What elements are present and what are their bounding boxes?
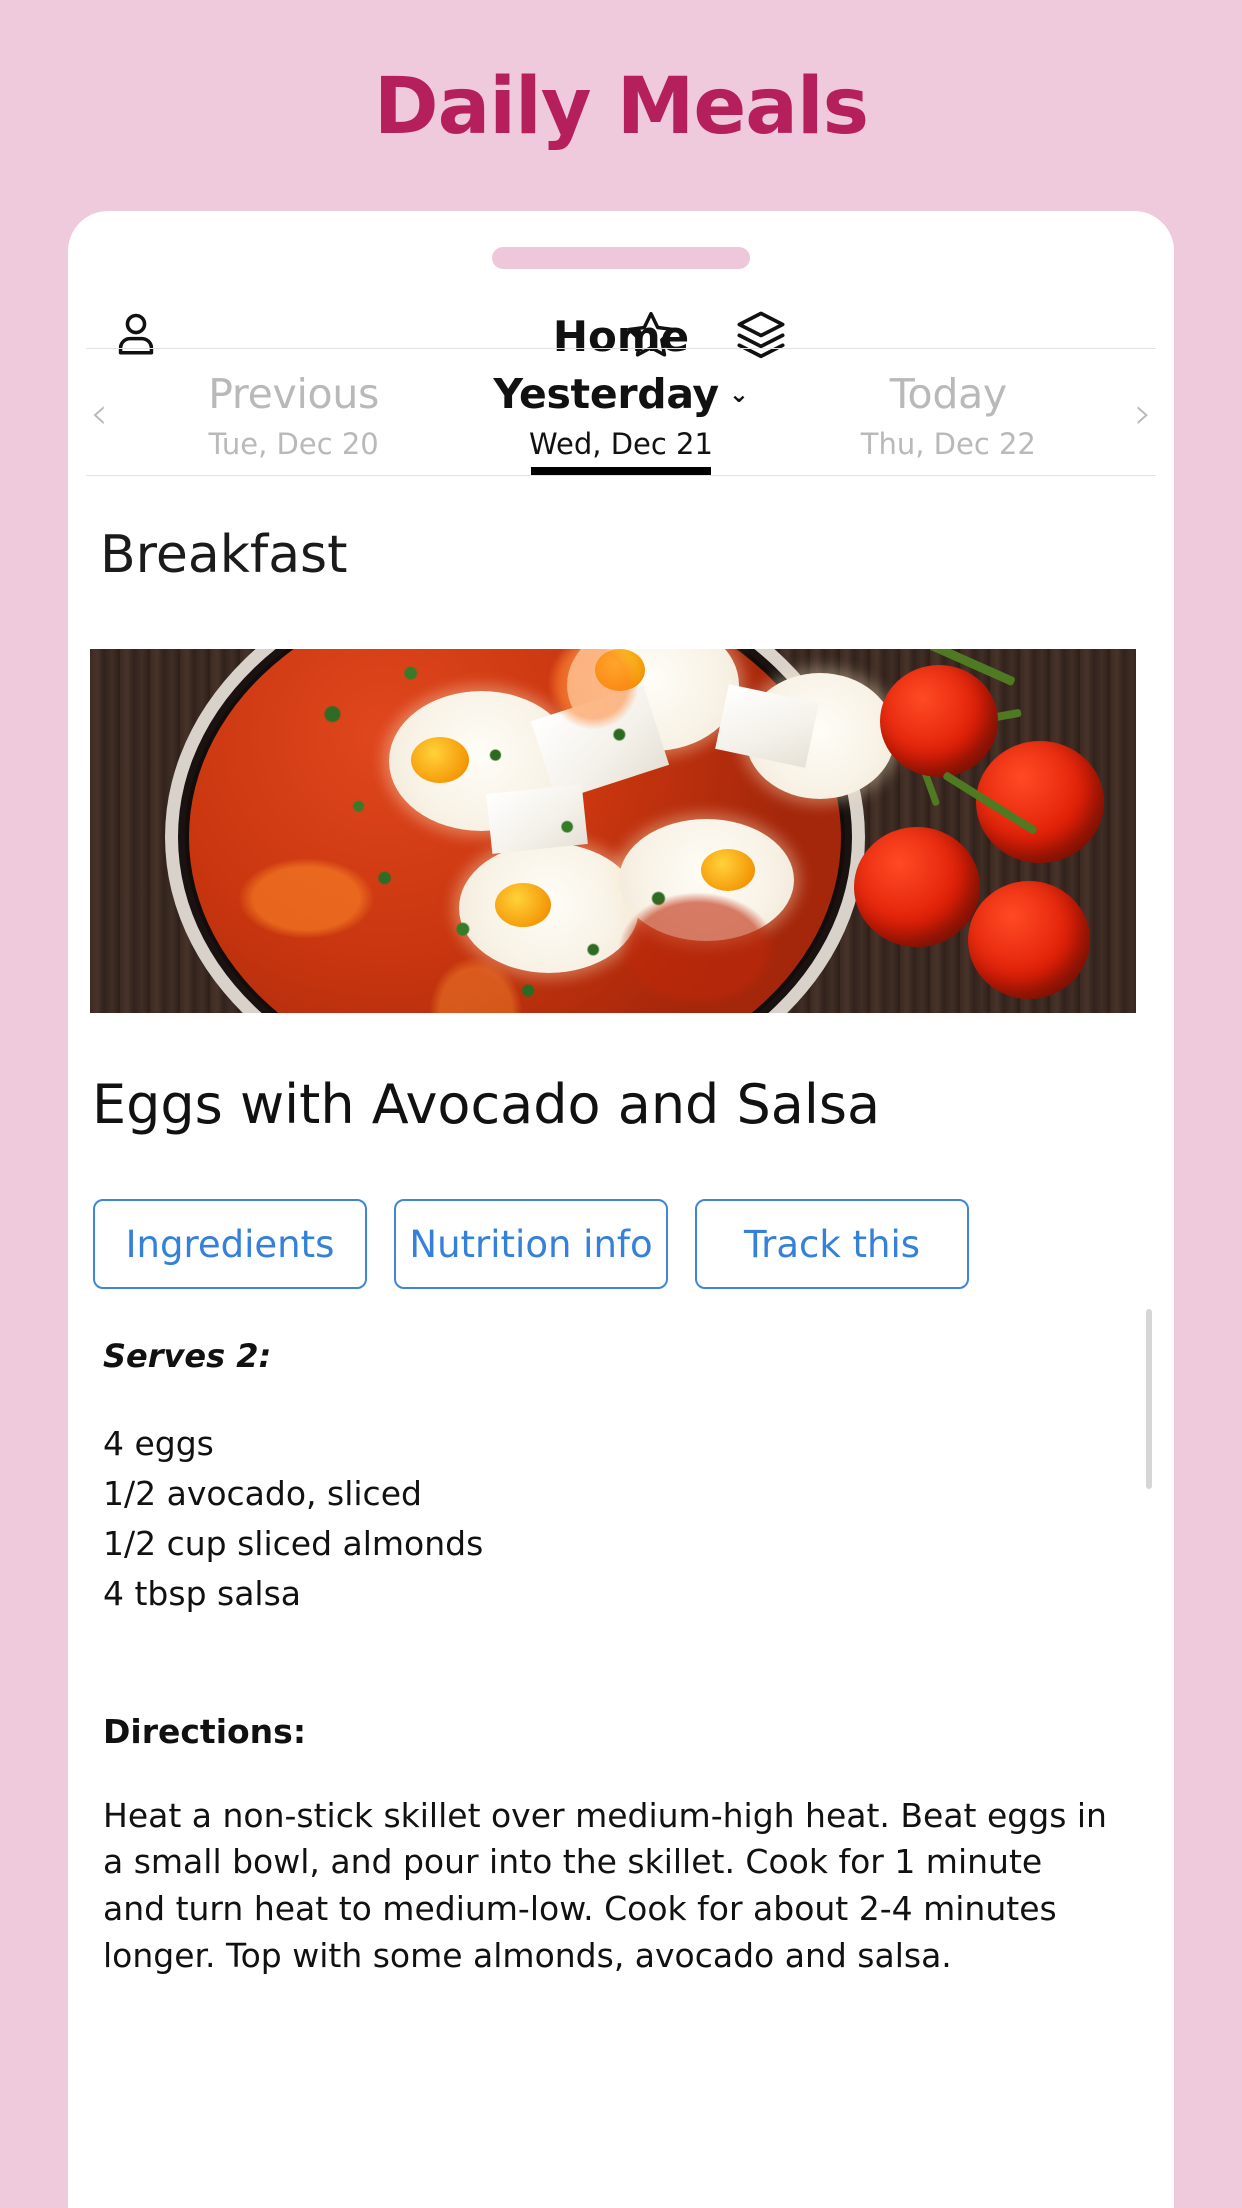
date-tab-label: Today (889, 369, 1007, 418)
directions-heading: Directions: (103, 1711, 307, 1751)
directions-section: Directions: Heat a non-stick skillet ove… (103, 1712, 1174, 1980)
skillet (165, 649, 895, 1013)
herb-garnish (189, 649, 841, 1013)
date-tab-label: Previous (208, 369, 380, 418)
recipe-title: Eggs with Avocado and Salsa (92, 1073, 881, 1136)
egg (745, 673, 895, 799)
egg (459, 843, 639, 973)
yolk (495, 883, 551, 927)
nutrition-info-button[interactable]: Nutrition info (394, 1199, 668, 1289)
tomato-sauce (189, 649, 895, 1013)
egg (389, 691, 574, 831)
yolk (595, 649, 645, 691)
date-tab-previous[interactable]: Previous Tue, Dec 20 (130, 350, 457, 476)
serves-label: Serves 2: (103, 1337, 272, 1375)
egg (619, 819, 794, 941)
meal-section-heading: Breakfast (100, 525, 348, 585)
date-navigation: ‹ Previous Tue, Dec 20 Yesterday ⌄ Wed, … (68, 350, 1174, 476)
date-tab-date: Wed, Dec 21 (529, 426, 713, 461)
egg (567, 649, 739, 751)
directions-text: Heat a non-stick skillet over medium-hig… (103, 1795, 1107, 1976)
ingredients-list: 4 eggs 1/2 avocado, sliced 1/2 cup slice… (103, 1419, 1174, 1620)
track-this-button[interactable]: Track this (695, 1199, 969, 1289)
datebar-divider (86, 475, 1156, 476)
phone-card: Home ‹ Previous Tue, Dec 20 Yesterday ⌄ … (68, 211, 1174, 2208)
scrollbar[interactable] (1146, 1309, 1152, 1489)
meal-content: Breakfast Eggs with Avocado and Salsa In… (68, 477, 1174, 1980)
next-day-arrow[interactable]: › (1112, 350, 1174, 476)
list-item: 1/2 cup sliced almonds (103, 1524, 484, 1564)
date-tab-today[interactable]: Today Thu, Dec 22 (785, 350, 1112, 476)
drag-handle[interactable] (492, 247, 750, 269)
date-tab-date: Tue, Dec 20 (208, 426, 379, 461)
list-item: 1/2 avocado, sliced (103, 1474, 422, 1514)
date-tab-label: Yesterday (493, 369, 719, 418)
list-item: 4 tbsp salsa (103, 1574, 301, 1614)
tomato (880, 665, 998, 777)
navbar-divider (86, 348, 1156, 349)
list-item: 4 eggs (103, 1424, 214, 1463)
ingredients-section: Serves 2: 4 eggs 1/2 avocado, sliced 1/2… (103, 1309, 1174, 1620)
tomato (968, 881, 1090, 999)
tomato (854, 827, 980, 947)
ingredients-button[interactable]: Ingredients (93, 1199, 367, 1289)
prev-day-arrow[interactable]: ‹ (68, 350, 130, 476)
page-title: Daily Meals (373, 62, 869, 152)
feta-cheese (486, 784, 588, 854)
date-tab-yesterday[interactable]: Yesterday ⌄ Wed, Dec 21 (457, 350, 784, 476)
recipe-action-buttons: Ingredients Nutrition info Track this (93, 1199, 1174, 1289)
date-tab-date: Thu, Dec 22 (860, 426, 1036, 461)
feta-cheese (530, 684, 670, 802)
chevron-down-icon[interactable]: ⌄ (729, 382, 749, 406)
recipe-photo (90, 649, 1136, 1013)
yolk (411, 737, 469, 783)
yolk (701, 849, 755, 891)
